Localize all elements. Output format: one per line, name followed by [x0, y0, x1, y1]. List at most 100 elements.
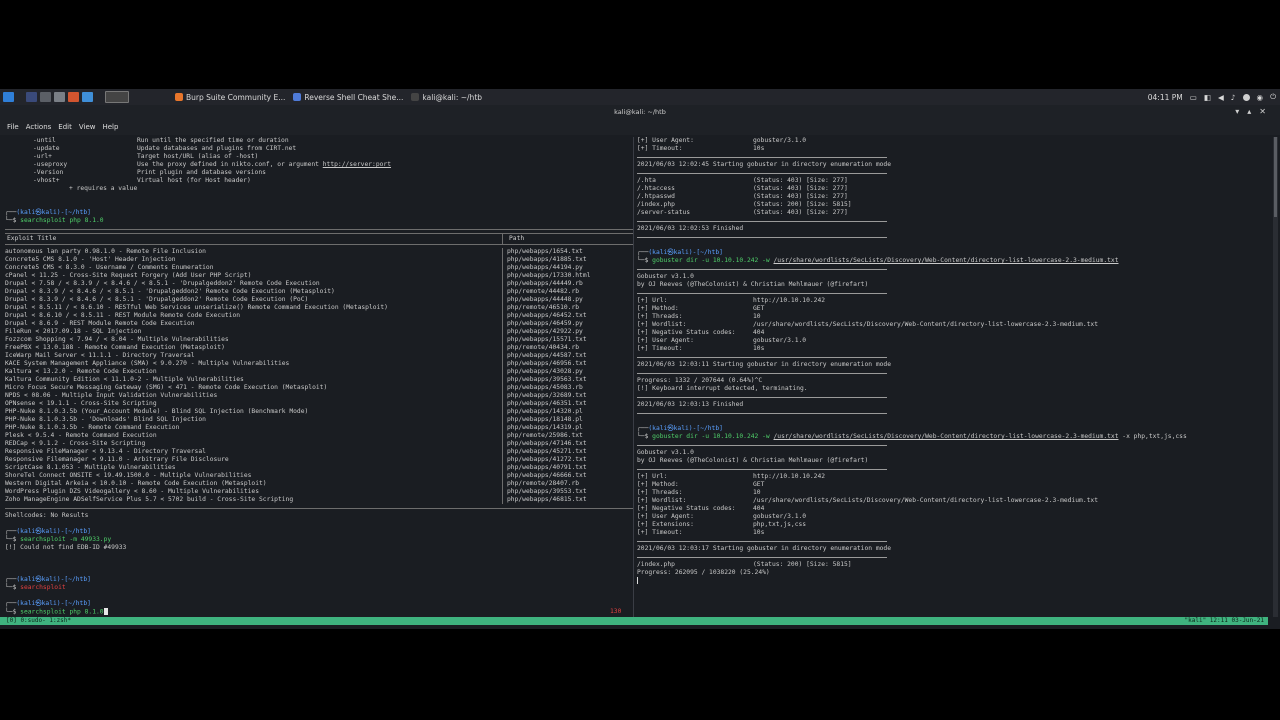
show-desktop-icon[interactable] [105, 91, 129, 103]
table-row[interactable]: Concrete5 CMS < 8.3.0 - Username / Comme… [5, 264, 633, 272]
kali-menu-icon[interactable] [3, 92, 14, 102]
minimize-icon[interactable]: ▾ [1235, 107, 1247, 116]
table-row[interactable]: PHP-Nuke 8.1.0.3.5b (Your_Account Module… [5, 408, 633, 416]
table-row[interactable]: OPNsense < 19.1.1 - Cross-Site Scripting… [5, 400, 633, 408]
display-icon[interactable]: ▭ [1190, 93, 1197, 102]
pane-divider[interactable] [633, 137, 634, 619]
workspace-1-icon[interactable] [26, 92, 37, 102]
table-row[interactable]: Kaltura Community Edition < 11.1.0-2 - M… [5, 376, 633, 384]
exploit-path: php/remote/40434.rb [502, 344, 579, 352]
close-icon[interactable]: ✕ [1259, 107, 1274, 116]
option-name: -vhost+ [33, 177, 60, 184]
taskbar-task[interactable]: kali@kali: ~/htb [411, 93, 482, 102]
table-row[interactable]: Drupal < 8.6.10 / < 8.5.11 - REST Module… [5, 312, 633, 320]
table-row[interactable]: NPDS < 08.06 - Multiple Input Validation… [5, 392, 633, 400]
table-row[interactable]: cPanel < 11.25 - Cross-Site Request Forg… [5, 272, 633, 280]
table-separator [5, 504, 633, 509]
table-row[interactable]: Responsive FileManager < 9.13.4 - Direct… [5, 448, 633, 456]
volume-icon[interactable]: ◀ [1218, 93, 1224, 102]
table-row[interactable]: PHP-Nuke 8.1.0.3.5b - Remote Command Exe… [5, 424, 633, 432]
table-row[interactable]: Plesk < 9.5.4 - Remote Command Execution… [5, 432, 633, 440]
separator-line [637, 441, 887, 446]
table-row[interactable]: REDCap < 9.1.2 - Cross-Site Scripting php… [5, 440, 633, 448]
exploit-path: php/webapps/14319.pl [502, 424, 583, 432]
command-line: └─$ gobuster dir -u 10.10.10.242 -w /usr… [637, 257, 1119, 264]
table-row[interactable]: ScriptCase 8.1.053 - Multiple Vulnerabil… [5, 464, 633, 472]
clock[interactable]: 04:11 PM [1148, 93, 1183, 102]
proxy-link[interactable]: http://server:port [323, 161, 391, 168]
scrollbar[interactable] [1273, 137, 1278, 617]
notification-bell-icon[interactable]: ♪ [1231, 93, 1236, 102]
scrollbar-thumb[interactable] [1274, 137, 1277, 217]
config-line: [+] Url: http://10.10.10.242 [637, 297, 1273, 305]
table-row[interactable]: Fozzcom Shopping < 7.94 / < 8.04 - Multi… [5, 336, 633, 344]
menu-help[interactable]: Help [102, 123, 118, 131]
exploit-path: php/webapps/40791.txt [502, 464, 587, 472]
table-row[interactable]: WordPress Plugin DZS Videogallery < 8.60… [5, 488, 633, 496]
terminal-launcher-icon[interactable] [54, 92, 65, 102]
banner-line: Gobuster v3.1.0 [637, 449, 1273, 457]
exploit-title: OPNsense < 19.1.1 - Cross-Site Scripting [5, 400, 157, 407]
progress-line: Progress: 262095 / 1038220 (25.24%) [637, 569, 1273, 577]
lock-icon[interactable]: ◉ [1257, 93, 1264, 102]
line-value: http://10.10.10.242 [753, 473, 826, 480]
table-row[interactable]: ShoreTel Connect ONSITE < 19.49.1500.0 -… [5, 472, 633, 480]
firefox-launcher-icon[interactable] [68, 92, 79, 102]
exploit-title: Kaltura Community Edition < 11.1.0-2 - M… [5, 376, 244, 383]
table-row[interactable]: Zoho ManageEngine ADSelfService Plus 5.7… [5, 496, 633, 504]
column-exploit-title: Exploit Title [7, 235, 57, 242]
status-line-text: 2021/06/03 12:02:53 Finished [637, 225, 744, 232]
status-line: 2021/06/03 12:03:13 Finished [637, 401, 1273, 409]
table-row[interactable]: Drupal < 8.3.9 / < 8.4.6 / < 8.5.1 - 'Dr… [5, 296, 633, 304]
exploit-title: ScriptCase 8.1.053 - Multiple Vulnerabil… [5, 464, 176, 471]
table-row[interactable]: Micro Focus Secure Messaging Gateway (SM… [5, 384, 633, 392]
banner-line-text: by OJ Reeves (@TheColonist) & Christian … [637, 281, 869, 288]
line-key: /index.php [637, 201, 675, 208]
table-row[interactable]: autonomous lan party 0.98.1.0 - Remote F… [5, 248, 633, 256]
table-row[interactable]: Responsive Filemanager < 9.11.0 - Arbitr… [5, 456, 633, 464]
menu-edit[interactable]: Edit [58, 123, 72, 131]
logout-icon[interactable]: ⏻ [1270, 92, 1276, 102]
config-line: [+] User Agent: gobuster/3.1.0 [637, 513, 1273, 521]
taskbar-task[interactable]: Burp Suite Community E... [175, 93, 285, 102]
help-footer-text: + requires a value [69, 185, 138, 192]
exploit-title: IceWarp Mail Server < 11.1.1 - Directory… [5, 352, 195, 359]
table-row[interactable]: Drupal < 8.6.9 - REST Module Remote Code… [5, 320, 633, 328]
table-row[interactable]: Western Digital Arkeia < 10.0.10 - Remot… [5, 480, 633, 488]
menu-file[interactable]: File [7, 123, 19, 131]
tmux-window-list[interactable]: [0] 0:sudo- 1:zsh* [6, 617, 71, 625]
command-text: gobuster dir -u 10.10.10.242 -w [652, 257, 774, 264]
menu-actions[interactable]: Actions [26, 123, 52, 131]
power-icon[interactable] [1242, 93, 1250, 101]
status-line: 2021/06/03 12:03:11 Starting gobuster in… [637, 361, 1273, 369]
network-icon[interactable]: ◧ [1204, 93, 1211, 102]
text-cursor [103, 608, 108, 615]
files-launcher-icon[interactable] [82, 92, 93, 102]
table-row[interactable]: FileRun < 2017.09.18 - SQL Injection php/… [5, 328, 633, 336]
separator-line [637, 553, 887, 558]
wordlist-path[interactable]: /usr/share/wordlists/SecLists/Discovery/… [774, 257, 1119, 264]
taskbar-task[interactable]: Reverse Shell Cheat She... [293, 93, 403, 102]
workspace-2-icon[interactable] [40, 92, 51, 102]
line-key: /index.php [637, 561, 675, 568]
exploit-path: php/webapps/41272.txt [502, 456, 587, 464]
table-row[interactable]: Drupal < 8.3.9 / < 8.4.6 / < 8.5.1 - 'Dr… [5, 288, 633, 296]
table-row[interactable]: Concrete5 CMS 8.1.0 - 'Host' Header Inje… [5, 256, 633, 264]
left-terminal-pane[interactable]: -until Run until the specified time or du… [5, 137, 633, 622]
maximize-icon[interactable]: ▴ [1247, 107, 1259, 116]
table-row[interactable]: FreePBX < 13.0.188 - Remote Command Exec… [5, 344, 633, 352]
line-value: /usr/share/wordlists/SecLists/Discovery/… [753, 321, 1098, 328]
table-row[interactable]: KACE System Management Appliance (SMA) <… [5, 360, 633, 368]
table-row[interactable]: Drupal < 7.58 / < 8.3.9 / < 8.4.6 / < 8.… [5, 280, 633, 288]
menu-view[interactable]: View [79, 123, 96, 131]
table-row[interactable]: PHP-Nuke 8.1.0.3.5b - 'Downloads' Blind … [5, 416, 633, 424]
wordlist-path[interactable]: /usr/share/wordlists/SecLists/Discovery/… [774, 433, 1119, 440]
table-row[interactable]: Drupal < 8.5.11 / < 8.6.10 - RESTful Web… [5, 304, 633, 312]
right-terminal-pane[interactable]: [+] User Agent: gobuster/3.1.0 [+] Timeout… [637, 137, 1273, 622]
progress-line-text: Progress: 1332 / 207644 (0.64%)^C [637, 377, 763, 384]
table-row[interactable]: Kaltura < 13.2.0 - Remote Code Execution… [5, 368, 633, 376]
exploit-title: Concrete5 CMS < 8.3.0 - Username / Comme… [5, 264, 214, 271]
table-row[interactable]: IceWarp Mail Server < 11.1.1 - Directory… [5, 352, 633, 360]
